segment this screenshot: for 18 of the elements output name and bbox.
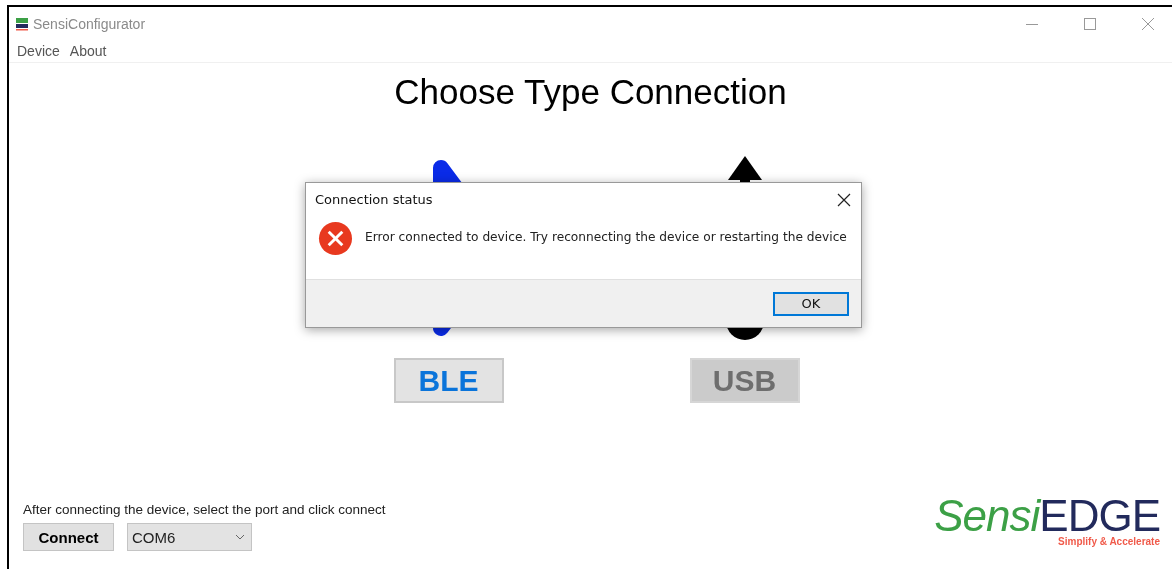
menu-item[interactable]: Device xyxy=(13,43,64,59)
instruction-text: After connecting the device, select the port and click connect xyxy=(23,502,386,517)
error-icon xyxy=(318,221,353,256)
dialog-message: Error connected to device. Try reconnecting the device or restarting the device xyxy=(365,230,847,244)
chevron-down-icon xyxy=(235,534,245,540)
connection-type-button[interactable]: BLE xyxy=(393,358,504,403)
app-logo-icon xyxy=(15,16,29,31)
page-heading: Choose Type Connection xyxy=(393,72,788,112)
close-icon[interactable] xyxy=(837,192,851,207)
logo-tagline: Simplify & Accelerate xyxy=(1058,536,1160,547)
logo-text: Sensi xyxy=(934,495,1040,537)
connect-button[interactable]: Connect xyxy=(23,523,114,551)
dialog-title: Connection status xyxy=(315,192,433,207)
menu-item[interactable]: About xyxy=(65,43,111,59)
ok-button[interactable]: OK xyxy=(773,291,849,316)
maximize-icon[interactable] xyxy=(1082,15,1098,32)
window-title: SensiConfigurator xyxy=(33,15,146,32)
port-dropdown[interactable]: COM6 xyxy=(127,523,252,551)
